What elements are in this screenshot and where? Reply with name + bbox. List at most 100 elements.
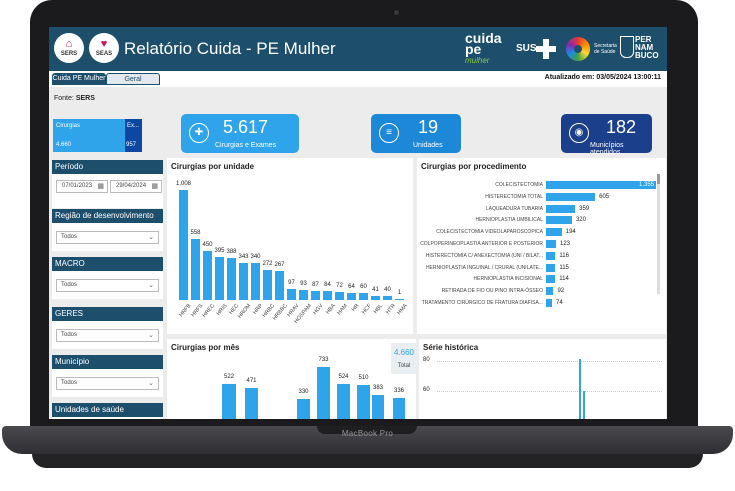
cuida-pe-logo: cuida pe mulher [465, 30, 502, 65]
pernambuco-logo: PER NAM BUCO [635, 35, 659, 60]
gridline [437, 361, 662, 362]
cirurgias-card[interactable]: Cirurgias 4.660 Ex... 957 [53, 119, 142, 152]
tab-cuida-pe-mulher[interactable]: Cuida PE Mulher [52, 73, 106, 85]
x-tick-label: HGV [312, 303, 325, 316]
document-icon: ≡ [379, 123, 399, 143]
panel-cirurgias-por-mes: Cirurgias por mês 4.660 Total 522 471 330 73… [167, 339, 417, 419]
bar-unidade [311, 290, 320, 300]
geres-dropdown[interactable]: Todos ⌄ [56, 329, 159, 342]
bar-procedimento [546, 192, 596, 201]
bar-procedimento [546, 299, 552, 307]
y-tick-label: HERNIOPLASTIA INGUINAL / CRURAL (UNILATE… [425, 264, 543, 271]
bar-value-label: 1.008 [175, 181, 191, 187]
panel-cirurgias-por-procedimento: Cirurgias por procedimento COLECISTECTOM… [417, 158, 666, 334]
x-tick-label: HBA [324, 303, 337, 316]
bar-unidade [215, 256, 224, 300]
bar-mes [297, 398, 310, 419]
bar-value-label: 114 [559, 276, 569, 283]
bar-value-label: 92 [557, 288, 565, 295]
macro-dropdown[interactable]: Todos ⌄ [56, 279, 159, 292]
x-tick-label: HBL [373, 303, 385, 316]
sers-logo: ⌂ SERS [54, 33, 84, 63]
bar-value-label: 522 [223, 373, 234, 380]
location-pin-icon: ◉ [569, 123, 589, 143]
bar-procedimento [546, 263, 556, 272]
bar-unidade [191, 239, 200, 300]
bar-unidade [335, 292, 344, 300]
bar-value-label: 330 [298, 388, 309, 395]
calendar-icon: ▦ [97, 183, 104, 190]
tab-geral[interactable]: Geral [106, 73, 160, 85]
crest-icon [620, 36, 634, 58]
bar-unidade [347, 293, 356, 300]
bar-value-label: 733 [318, 357, 329, 363]
y-tick-label: TRATAMENTO CIRÚRGICO DE FRATURA DIAFISA.… [421, 300, 543, 306]
y-tick-label: COLECISTECTOMIA [495, 182, 543, 188]
scrollbar[interactable] [657, 174, 660, 294]
bar-value-label: 115 [559, 264, 569, 271]
bar-unidade [263, 270, 272, 300]
chevron-down-icon: ⌄ [148, 234, 154, 241]
bar-procedimento [546, 287, 554, 296]
exames-card[interactable]: Ex... 957 [125, 119, 142, 152]
bar-procedimento [546, 204, 576, 213]
cross-icon [536, 39, 556, 59]
x-tick-label: HCF [360, 303, 373, 316]
y-tick-label: HISTERECTOMIA TOTAL [485, 193, 543, 200]
camera-icon [394, 10, 399, 15]
y-tick-label: HERNIOPLASTIA INCISIONAL [473, 276, 543, 283]
bar-unidade [371, 295, 380, 300]
flower-logo [566, 37, 590, 61]
tab-bar: Cuida PE Mulher Geral Atualizado em: 03/… [49, 71, 667, 87]
y-tick-label: 60 [423, 387, 430, 393]
filter-municipio: Município Todos ⌄ [52, 355, 163, 397]
bar-procedimento [546, 228, 562, 237]
kpi-municipios: ◉ 182 Municípios atendidos [561, 114, 652, 156]
bar-unidade [203, 250, 212, 300]
y-tick-label: COLECISTECTOMIA VIDEOLAPAROSCOPICA [436, 229, 543, 236]
bar-unidade [287, 289, 296, 300]
y-tick-label: LAQUEADURA TUBARIA [485, 205, 543, 212]
municipio-dropdown[interactable]: Todos ⌄ [56, 377, 159, 390]
y-tick-label: RETIRADA DE FIO OU PINO INTRA-ÓSSEO [441, 288, 543, 295]
x-tick-label: HR [350, 303, 361, 313]
chevron-down-icon: ⌄ [148, 380, 154, 387]
end-date-input[interactable]: 29/04/2024 ▦ [110, 180, 162, 193]
kpi-cirurgias-exames: ✚ 5.617 Cirurgias e Exames [181, 114, 299, 153]
filter-periodo: Período 07/01/2023 ▦ 29/04/2024 ▦ [52, 160, 163, 208]
start-date-input[interactable]: 07/01/2023 ▦ [56, 180, 108, 193]
filter-geres: GERES Todos ⌄ [52, 307, 163, 349]
bar-value-label: 471 [246, 377, 257, 384]
bar-unidade [179, 190, 188, 300]
bar-unidade [227, 257, 236, 300]
bar-mes [222, 383, 236, 419]
bar-procedimento [546, 240, 556, 248]
bar-procedimento [546, 251, 556, 260]
bar-value-label: 1 [397, 290, 402, 296]
updated-timestamp: Atualizado em: 03/05/2024 13:00:11 [544, 74, 661, 81]
bar-mes [372, 394, 384, 419]
filter-macro: MACRO Todos ⌄ [52, 257, 163, 299]
source-label: Fonte: SERS [54, 95, 95, 102]
app-header: ⌂ SERS ♥ SEAS Relatório Cuida - PE Mulher … [49, 27, 667, 71]
filter-regiao: Região de desenvolvimento Todos ⌄ [52, 209, 163, 251]
seas-logo: ♥ SEAS [89, 33, 119, 63]
chevron-down-icon: ⌄ [148, 332, 154, 339]
bar-value-label: 340 [250, 253, 261, 260]
bar-value-label: 605 [599, 193, 610, 200]
device-brand: MacBook Pro [341, 429, 394, 438]
gridline [437, 391, 662, 392]
regiao-dropdown[interactable]: Todos ⌄ [56, 231, 159, 244]
bar-value-label: 116 [559, 252, 569, 259]
calendar-icon: ▦ [151, 183, 158, 190]
y-tick-label: 80 [423, 357, 430, 363]
kpi-unidades: ≡ 19 Unidades [371, 114, 461, 153]
chevron-down-icon: ⌄ [148, 282, 154, 289]
secretaria-label: Secretaria de Saúde [594, 43, 617, 55]
bar-unidade [299, 289, 308, 300]
x-tick-label: HAM [336, 303, 349, 317]
bar-value-label: 510 [358, 374, 369, 381]
bar-procedimento [546, 275, 556, 284]
bar-value-label: 359 [579, 205, 590, 212]
bar-value-label: 194 [565, 229, 576, 236]
